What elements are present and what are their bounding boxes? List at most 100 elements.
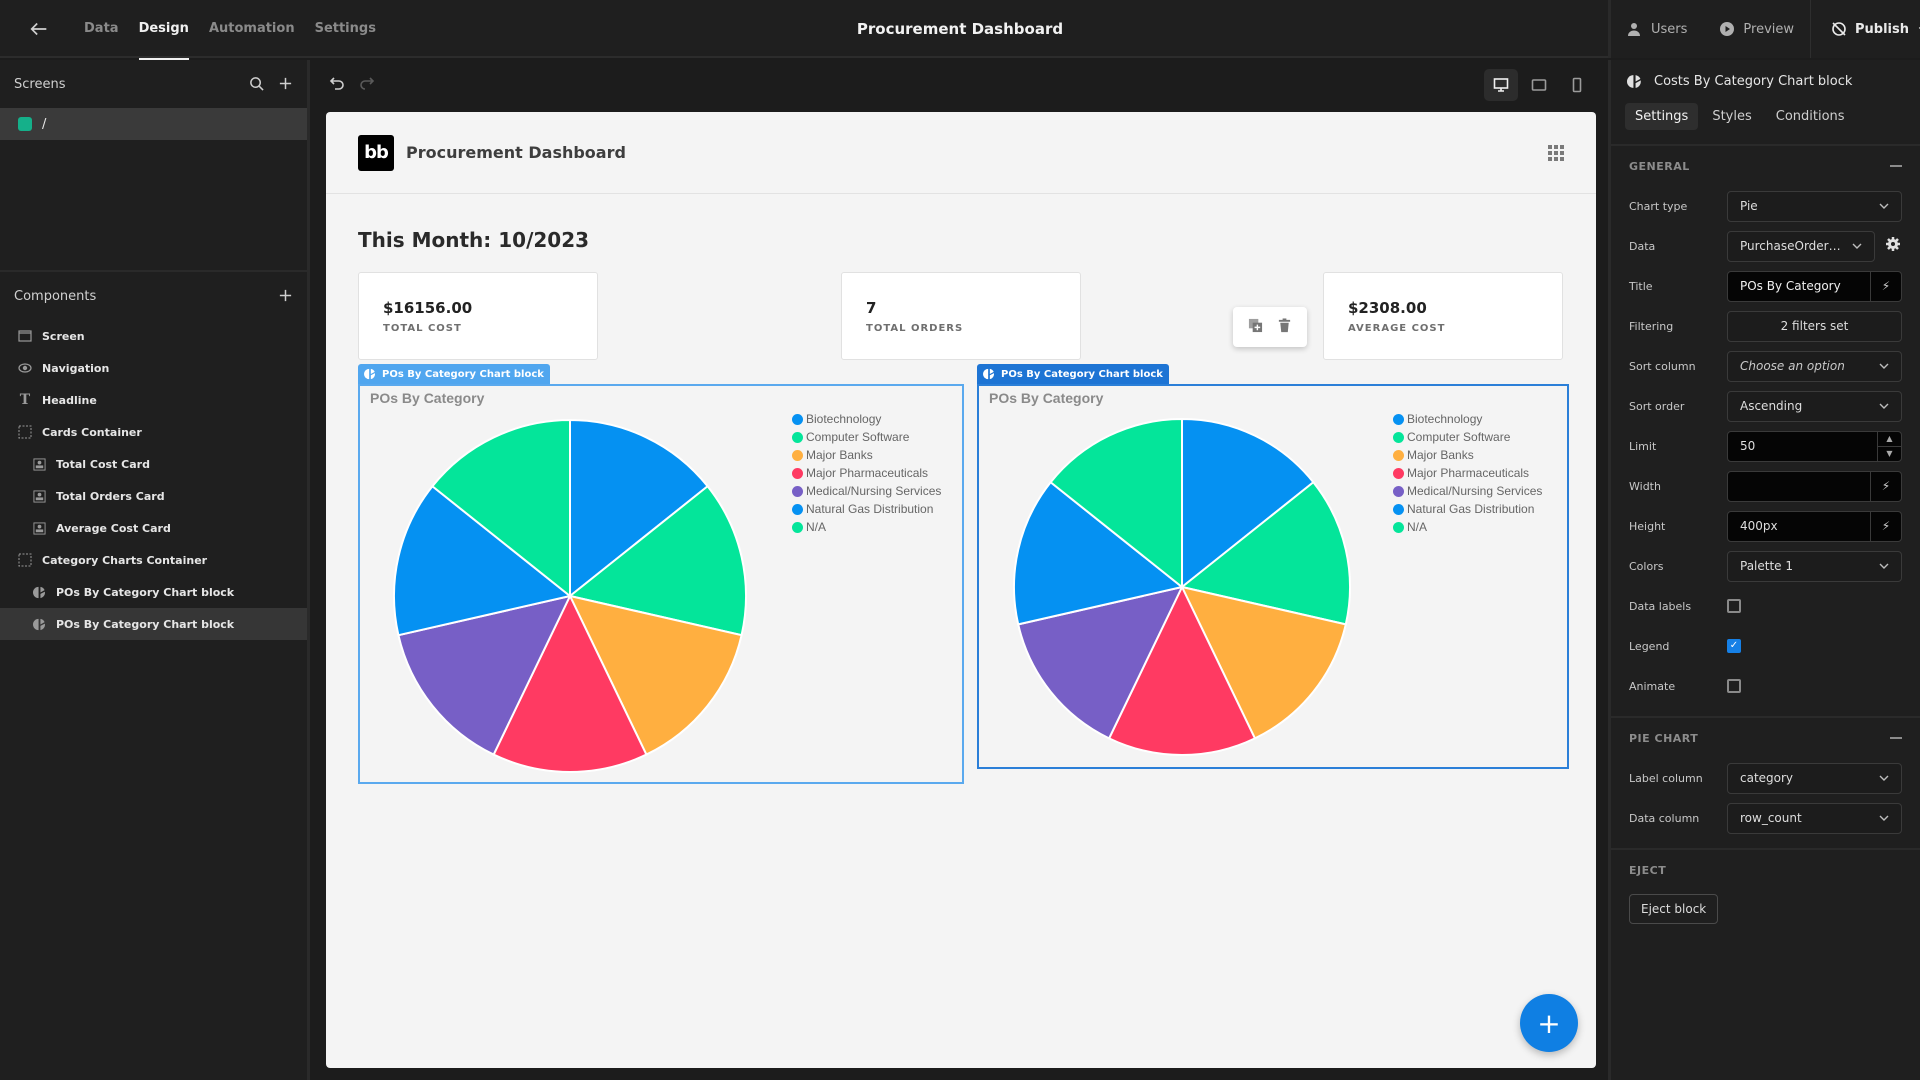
legend-item[interactable]: Medical/Nursing Services: [792, 482, 941, 500]
sort-order-select[interactable]: Ascending: [1727, 390, 1902, 422]
screen-item[interactable]: /: [0, 108, 307, 140]
lightning-bolt-icon[interactable]: ⚡: [1870, 271, 1901, 301]
eject-block-button[interactable]: Eject block: [1629, 894, 1719, 924]
limit-input[interactable]: 50 ▲ ▼: [1727, 430, 1902, 462]
lightning-bolt-icon[interactable]: ⚡: [1870, 511, 1901, 541]
app-nav-title: Procurement Dashboard: [406, 143, 626, 162]
component-chart-block-1[interactable]: POs By Category Chart block: [0, 576, 307, 608]
legend-color-dot: [1393, 449, 1404, 461]
height-input[interactable]: 400px ⚡: [1727, 510, 1902, 542]
legend-label: Medical/Nursing Services: [806, 484, 942, 498]
card-value: 7: [866, 299, 877, 317]
chart-block-tag[interactable]: POs By Category Chart block: [358, 364, 550, 384]
app-logo[interactable]: bb: [358, 134, 394, 171]
legend-item[interactable]: Medical/Nursing Services: [1393, 482, 1542, 500]
gear-icon[interactable]: [1885, 236, 1901, 256]
total-cost-card[interactable]: $16156.00 TOTAL COST: [358, 272, 598, 360]
label-column-select[interactable]: category: [1727, 762, 1902, 794]
chart-block-tag[interactable]: POs By Category Chart block: [977, 364, 1169, 384]
chart-type-select[interactable]: Pie: [1727, 190, 1902, 222]
add-screen-icon[interactable]: [278, 72, 293, 96]
filtering-row: Filtering 2 filters set: [1629, 306, 1902, 346]
data-labels-checkbox[interactable]: [1727, 599, 1741, 613]
add-component-icon[interactable]: [278, 284, 293, 308]
component-navigation[interactable]: Navigation: [0, 352, 307, 384]
chart-block-2[interactable]: POs By Category Chart block POs By Categ…: [977, 364, 1569, 769]
legend-item[interactable]: Major Pharmaceuticals: [1393, 464, 1542, 482]
pie-chart-section-header[interactable]: PIE CHART: [1629, 718, 1902, 758]
legend-item[interactable]: Natural Gas Distribution: [792, 500, 941, 518]
chart-block-1[interactable]: POs By Category Chart block POs By Categ…: [358, 364, 964, 784]
component-label: POs By Category Chart block: [56, 585, 235, 599]
component-screen[interactable]: Screen: [0, 320, 307, 352]
animate-checkbox[interactable]: [1727, 679, 1741, 693]
colors-select[interactable]: Palette 1: [1727, 550, 1902, 582]
block-name[interactable]: Costs By Category Chart block: [1654, 74, 1852, 89]
legend-item[interactable]: Major Banks: [792, 446, 941, 464]
component-total-orders-card[interactable]: Total Orders Card: [0, 480, 307, 512]
legend-item[interactable]: Natural Gas Distribution: [1393, 500, 1542, 518]
data-source-select[interactable]: PurchaseOrder…: [1727, 230, 1875, 262]
add-component-fab[interactable]: +: [1520, 994, 1578, 1052]
component-actions: [1233, 307, 1307, 347]
tablet-icon[interactable]: [1522, 69, 1556, 101]
preview-button[interactable]: Preview: [1703, 21, 1810, 37]
preview-label: Preview: [1743, 21, 1795, 37]
average-cost-card[interactable]: $2308.00 AVERAGE COST: [1323, 272, 1563, 360]
legend-item[interactable]: Major Banks: [1393, 446, 1542, 464]
collapse-icon[interactable]: [1890, 165, 1902, 167]
sort-column-select[interactable]: Choose an option: [1727, 350, 1902, 382]
chevron-down-icon[interactable]: ▼: [1878, 447, 1901, 461]
limit-stepper[interactable]: ▲ ▼: [1877, 431, 1901, 461]
title-row: Title POs By Category ⚡: [1629, 266, 1902, 306]
legend-checkbox[interactable]: ✓: [1727, 639, 1741, 653]
publish-button[interactable]: Publish: [1810, 0, 1920, 58]
component-average-cost-card[interactable]: Average Cost Card: [0, 512, 307, 544]
section-title: EJECT: [1629, 863, 1667, 877]
component-cards-container[interactable]: Cards Container: [0, 416, 307, 448]
back-arrow-icon[interactable]: [28, 18, 50, 40]
tab-conditions[interactable]: Conditions: [1766, 103, 1855, 130]
app-grid-icon[interactable]: [1548, 145, 1564, 161]
select-value: Palette 1: [1740, 559, 1794, 573]
canvas-area: bb Procurement Dashboard This Month: 10/…: [313, 60, 1608, 1080]
tab-settings[interactable]: Settings: [305, 0, 386, 58]
tab-styles[interactable]: Styles: [1702, 103, 1761, 130]
legend-item[interactable]: N/A: [1393, 518, 1542, 536]
tab-data[interactable]: Data: [74, 0, 129, 58]
search-icon[interactable]: [249, 72, 264, 96]
users-button[interactable]: Users: [1611, 21, 1703, 37]
title-input[interactable]: POs By Category ⚡: [1727, 270, 1902, 302]
component-category-charts-container[interactable]: Category Charts Container: [0, 544, 307, 576]
desktop-icon[interactable]: [1484, 69, 1518, 101]
general-section-header[interactable]: GENERAL: [1629, 146, 1902, 186]
component-headline[interactable]: T Headline: [0, 384, 307, 416]
component-chart-block-2[interactable]: POs By Category Chart block: [0, 608, 307, 640]
lightning-bolt-icon[interactable]: ⚡: [1870, 471, 1901, 501]
collapse-icon[interactable]: [1890, 737, 1902, 739]
legend-item[interactable]: Computer Software: [792, 428, 941, 446]
tab-settings-panel[interactable]: Settings: [1625, 103, 1699, 130]
width-input[interactable]: ⚡: [1727, 470, 1902, 502]
legend-color-dot: [792, 467, 803, 479]
headline[interactable]: This Month: 10/2023: [358, 228, 589, 252]
chevron-up-icon[interactable]: ▲: [1878, 432, 1901, 447]
legend-item[interactable]: Computer Software: [1393, 428, 1542, 446]
duplicate-icon[interactable]: [1248, 318, 1263, 337]
select-value: row_count: [1740, 811, 1802, 825]
tab-automation[interactable]: Automation: [199, 0, 305, 58]
mobile-icon[interactable]: [1560, 69, 1594, 101]
component-total-cost-card[interactable]: Total Cost Card: [0, 448, 307, 480]
redo-icon[interactable]: [359, 75, 375, 95]
undo-icon[interactable]: [329, 75, 345, 95]
delete-icon[interactable]: [1277, 317, 1292, 337]
filtering-button[interactable]: 2 filters set: [1727, 310, 1902, 342]
legend-item[interactable]: Biotechnology: [1393, 410, 1542, 428]
total-orders-card[interactable]: 7 TOTAL ORDERS: [841, 272, 1081, 360]
legend-item[interactable]: Biotechnology: [792, 410, 941, 428]
data-column-select[interactable]: row_count: [1727, 802, 1902, 834]
component-label: Total Orders Card: [56, 489, 165, 503]
legend-item[interactable]: N/A: [792, 518, 941, 536]
legend-item[interactable]: Major Pharmaceuticals: [792, 464, 941, 482]
tab-design[interactable]: Design: [129, 0, 199, 60]
